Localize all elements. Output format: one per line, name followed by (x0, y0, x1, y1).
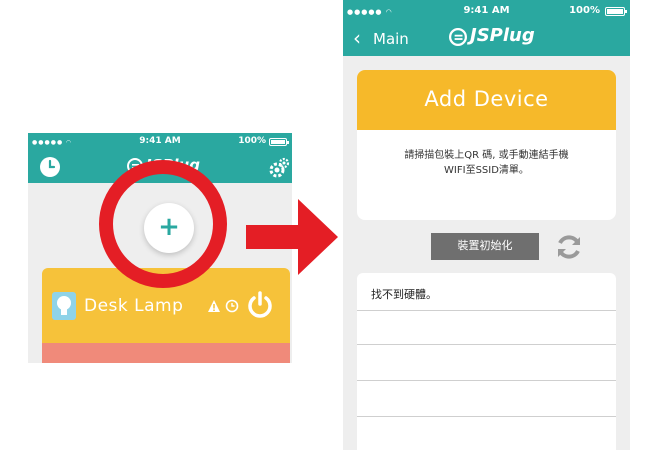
logo-mark-icon (449, 28, 467, 46)
list-item[interactable] (357, 345, 616, 381)
add-device-instructions: 請掃描包裝上QR 碼, 或手動連結手機 WIFI至SSID清單。 (375, 148, 598, 178)
refresh-icon[interactable] (554, 232, 584, 262)
back-label: Main (373, 30, 409, 48)
lamp-icon (52, 292, 76, 320)
device-reset-button[interactable]: 裝置初始化 (431, 233, 539, 260)
device-list: 找不到硬體。 (357, 273, 616, 450)
logo-text: JSPlug (470, 25, 535, 46)
right-phone-screen: ●●●●● ◠ 9:41 AM 100% ‹ Main JSPlug Add D… (343, 0, 630, 450)
add-device-title-bar: Add Device (357, 70, 616, 130)
chevron-left-icon: ‹ (353, 26, 361, 50)
instructions-line-2: WIFI至SSID清單。 (444, 165, 529, 176)
instructions-line-1: 請掃描包裝上QR 碼, 或手動連結手機 (404, 150, 569, 161)
gear-icon[interactable] (268, 157, 290, 179)
list-item[interactable]: 找不到硬體。 (357, 273, 616, 311)
add-device-title: Add Device (424, 87, 549, 111)
clock-icon[interactable] (38, 155, 62, 179)
app-header: ‹ Main JSPlug (343, 22, 630, 56)
list-item[interactable] (357, 381, 616, 417)
add-device-card: Add Device 請掃描包裝上QR 碼, 或手動連結手機 WIFI至SSID… (357, 70, 616, 220)
battery-icon (269, 138, 289, 146)
battery-icon (605, 7, 627, 16)
battery-percent: 100% (238, 136, 266, 146)
highlight-circle (99, 160, 227, 288)
right-arrow-icon (246, 199, 338, 275)
next-device-card (42, 343, 290, 363)
list-item[interactable] (357, 311, 616, 345)
list-item-text: 找不到硬體。 (371, 288, 437, 301)
app-logo: JSPlug (449, 23, 535, 51)
warning-icon (208, 300, 220, 312)
timer-icon[interactable] (225, 299, 239, 313)
device-name: Desk Lamp (84, 296, 184, 316)
status-bar: ●●●●● ◠ 9:41 AM 100% (343, 0, 630, 22)
battery-percent: 100% (569, 5, 600, 16)
status-bar: ●●●●● ◠ 9:41 AM 100% (28, 133, 292, 151)
power-icon[interactable] (245, 290, 275, 320)
